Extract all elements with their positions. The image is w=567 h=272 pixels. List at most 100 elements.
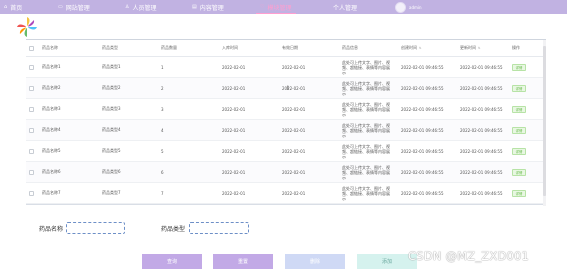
heart-icon: ♡	[260, 3, 265, 10]
cell-updated: 2022-02-01 09:46:55	[460, 169, 503, 175]
detail-button[interactable]: 详情	[512, 105, 526, 113]
cell-created: 2022-02-01 09:46:55	[401, 190, 444, 196]
column-header-name: 药品名称	[42, 45, 58, 50]
cell-in-date: 2022-02-01	[222, 85, 246, 91]
cell-updated: 2022-02-01 09:46:55	[460, 64, 503, 70]
column-header-qty: 药品数量	[161, 45, 177, 50]
cell-type: 药品类型7	[102, 190, 121, 195]
table-row: 药品名称2 药品类型2 2 2022-02-01 2022-02-01 此处可上传文字、图…	[26, 78, 546, 99]
nav-item-label: 网站管理	[65, 4, 90, 12]
row-checkbox[interactable]	[29, 57, 34, 77]
row-checkbox[interactable]	[29, 183, 34, 203]
cell-name: 药品名称7	[42, 190, 61, 195]
drug-type-input[interactable]	[189, 222, 249, 234]
cell-action: 详情	[512, 183, 526, 203]
cell-created: 2022-02-01 09:46:55	[401, 148, 444, 154]
row-checkbox[interactable]	[29, 78, 34, 98]
monitor-icon: ▭	[58, 3, 63, 10]
detail-button[interactable]: 详情	[512, 168, 526, 176]
nav-item-staff[interactable]: ♙ 人员管理	[125, 0, 157, 14]
cell-expiry: 2022-02-01	[282, 106, 306, 112]
cell-qty: 3	[161, 106, 164, 112]
table-row: 药品名称5 药品类型5 5 2022-02-01 2022-02-01 此处可上传文字、图…	[26, 141, 546, 162]
cell-in-date: 2022-02-01	[222, 127, 246, 133]
cell-created: 2022-02-01 09:46:55	[401, 106, 444, 112]
cell-qty: 1	[161, 64, 164, 70]
detail-button[interactable]: 详情	[512, 126, 526, 134]
row-checkbox[interactable]	[29, 141, 34, 161]
cell-name: 药品名称4	[42, 127, 61, 132]
cell-name: 药品名称6	[42, 169, 61, 174]
column-header-created-label: 创建时间	[401, 45, 417, 50]
cell-qty: 5	[161, 148, 164, 154]
column-header-updated[interactable]: 更新时间 ⇅	[460, 40, 481, 56]
cell-expiry: 2022-02-01	[282, 148, 306, 154]
cell-created: 2022-02-01 09:46:55	[401, 127, 444, 133]
vertical-scrollbar[interactable]	[543, 40, 546, 206]
user-menu[interactable]: admin	[395, 1, 422, 13]
cell-type: 药品类型5	[102, 148, 121, 153]
cell-expiry: 2022-02-01	[282, 169, 306, 175]
detail-button[interactable]: 详情	[512, 63, 526, 71]
cell-action: 详情	[512, 99, 526, 119]
cell-updated: 2022-02-01 09:46:55	[460, 127, 503, 133]
cell-name: 药品名称5	[42, 148, 61, 153]
row-checkbox[interactable]	[29, 120, 34, 140]
nav-item-personal[interactable]: 个人管理	[333, 0, 357, 14]
detail-button[interactable]: 详情	[512, 189, 526, 197]
cell-info: 此处可上传文字、图片、视频、超链接、表情等内容展示	[342, 101, 390, 117]
cell-info: 此处可上传文字、图片、视频、超链接、表情等内容展示	[342, 143, 390, 159]
row-checkbox[interactable]	[29, 162, 34, 182]
search-name-label: 药品名称	[39, 226, 64, 233]
sort-icon[interactable]: ⇅	[478, 46, 481, 50]
reset-button[interactable]: 重置	[213, 254, 273, 269]
cell-in-date: 2022-02-01	[222, 148, 246, 154]
select-all-checkbox[interactable]	[29, 40, 34, 56]
cell-info: 此处可上传文字、图片、视频、超链接、表情等内容展示	[342, 185, 390, 201]
cell-qty: 7	[161, 190, 164, 196]
row-checkbox[interactable]	[29, 99, 34, 119]
detail-button[interactable]: 详情	[512, 147, 526, 155]
cell-updated: 2022-02-01 09:46:55	[460, 106, 503, 112]
home-icon: ⌂	[4, 3, 8, 10]
cell-info: 此处可上传文字、图片、视频、超链接、表情等内容展示	[342, 122, 390, 138]
nav-item-home[interactable]: ⌂ 首页	[4, 0, 22, 14]
top-nav: ⌂ 首页 ▭ 网站管理 ♙ 人员管理 ▤ 内容管理 ♡ 模块管理 个人管理 ad…	[0, 0, 567, 14]
cell-created: 2022-02-01 09:46:55	[401, 64, 444, 70]
scrollbar-thumb[interactable]	[543, 46, 546, 196]
delete-button[interactable]: 删除	[285, 254, 345, 269]
search-button[interactable]: 查询	[142, 254, 202, 269]
table-row: 药品名称3 药品类型3 3 2022-02-01 2022-02-01 此处可上传文字、图…	[26, 99, 546, 120]
avatar	[395, 1, 406, 13]
nav-item-label: 模块管理	[267, 4, 292, 12]
nav-item-module[interactable]: ♡ 模块管理	[256, 0, 295, 14]
column-header-expiry: 有效日期	[282, 45, 298, 50]
cell-created: 2022-02-01 09:46:55	[401, 169, 444, 175]
cell-info: 此处可上传文字、图片、视频、超链接、表情等内容展示	[342, 80, 390, 96]
cell-in-date: 2022-02-01	[222, 106, 246, 112]
drug-name-input[interactable]	[66, 222, 125, 234]
cell-in-date: 2022-02-01	[222, 64, 246, 70]
nav-item-content[interactable]: ▤ 内容管理	[192, 0, 224, 14]
cell-name: 药品名称2	[42, 85, 61, 90]
nav-item-website[interactable]: ▭ 网站管理	[58, 0, 90, 14]
table-row: 药品名称4 药品类型4 4 2022-02-01 2022-02-01 此处可上传文字、图…	[26, 120, 546, 141]
nav-item-label: 首页	[10, 4, 23, 12]
document-icon: ▤	[192, 3, 197, 10]
text-cursor-icon: I	[287, 85, 289, 92]
cell-expiry: 2022-02-01	[282, 85, 306, 91]
cell-action: 详情	[512, 57, 526, 77]
sort-icon[interactable]: ⇅	[419, 46, 422, 50]
cell-in-date: 2022-02-01	[222, 190, 246, 196]
column-header-info: 药品信息	[342, 45, 358, 50]
column-header-created[interactable]: 创建时间 ⇅	[401, 40, 422, 56]
nav-item-label: 人员管理	[132, 4, 157, 12]
cell-created: 2022-02-01 09:46:55	[401, 85, 444, 91]
table-row: 药品名称1 药品类型1 1 2022-02-01 2022-02-01 此处可上传文字、图…	[26, 57, 546, 78]
nav-item-label: 个人管理	[333, 4, 358, 12]
cell-type: 药品类型1	[102, 64, 121, 69]
cell-action: 详情	[512, 141, 526, 161]
cell-updated: 2022-02-01 09:46:55	[460, 190, 503, 196]
detail-button[interactable]: 详情	[512, 84, 526, 92]
cell-qty: 2	[161, 85, 164, 91]
